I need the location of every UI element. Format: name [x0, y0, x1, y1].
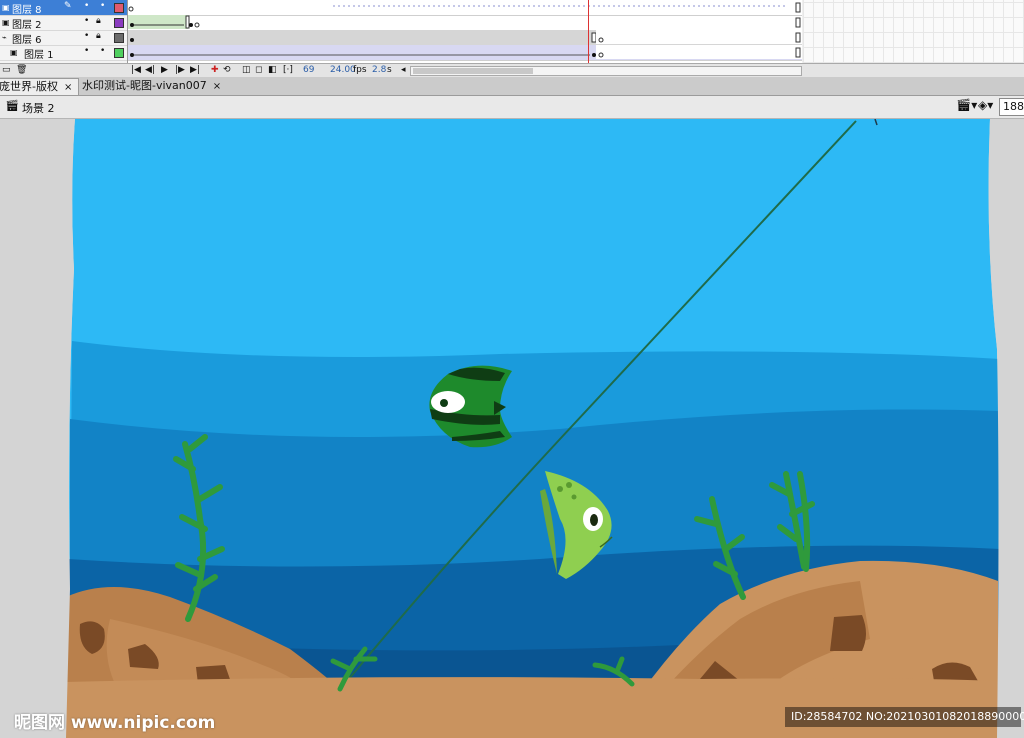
layer-color-swatch[interactable] [114, 18, 124, 28]
frame-row-8-cells [128, 2, 801, 13]
lock-icon[interactable]: 🔒︎ [96, 16, 101, 26]
tab-copyright[interactable]: 庞世界-版权 × [0, 78, 80, 95]
layer-row-6[interactable]: ⌁ 图层 6 • 🔒︎ [0, 30, 127, 46]
lock-dot[interactable]: • [100, 1, 105, 11]
frame-row-6-cells [130, 30, 802, 44]
onion-outline-icon[interactable]: ◻ [255, 65, 262, 75]
visibility-dot[interactable]: • [84, 16, 89, 26]
tab-watermark-test[interactable]: 水印测试-昵图-vivan007 × [76, 78, 227, 94]
layer-name: 图层 2 [12, 20, 42, 31]
rock-spot [830, 615, 866, 651]
layer-name: 图层 6 [12, 35, 42, 46]
center-frame-icon[interactable]: ✚ [211, 65, 219, 75]
layer-icon: ▣ [2, 3, 10, 12]
timeline-scroll-thumb[interactable] [413, 68, 533, 74]
layer-row-2[interactable]: ▣ 图层 2 • 🔒︎ [0, 15, 127, 31]
lock-dot[interactable]: • [100, 46, 105, 56]
frame-row-8[interactable] [128, 0, 802, 16]
layer-color-swatch[interactable] [114, 3, 124, 13]
elapsed-time: 2.8 [372, 65, 387, 75]
layer-row-1[interactable]: ▣ 图层 1 • • [0, 45, 127, 61]
pencil-icon: ✎ [64, 1, 72, 11]
tab-label: 庞世界-版权 [0, 80, 58, 93]
guided-layer-icon: ▣ [10, 48, 18, 57]
layer-name: 图层 8 [12, 5, 42, 16]
frame-row-2[interactable] [128, 15, 802, 31]
frame-grid-overflow [803, 0, 1024, 63]
frame-rate-unit: fps [353, 65, 367, 75]
first-frame-icon[interactable]: |◀ [131, 65, 141, 75]
layer-row-8[interactable]: ▣ 图层 8 ✎ • • [0, 0, 127, 16]
frame-row-2-cells [128, 15, 801, 29]
stage-artwork [0, 119, 1024, 738]
elapsed-time-unit: s [387, 65, 392, 75]
add-layer-icon[interactable]: ▭ [2, 65, 11, 75]
nipic-logo: 昵图网 www.nipic.com [14, 713, 216, 733]
layer-list: ▣ 图层 8 ✎ • • ▣ 图层 2 • 🔒︎ ⌁ 图层 6 • 🔒︎ ▣ 图… [0, 0, 128, 63]
edit-multiple-frames-icon[interactable]: ◧ [268, 65, 277, 75]
prev-frame-icon[interactable]: ◀| [145, 65, 155, 75]
delete-layer-icon[interactable]: 🗑︎ [16, 65, 27, 75]
layer-color-swatch[interactable] [114, 33, 124, 43]
loop-icon[interactable]: ⟲ [223, 65, 231, 75]
visibility-dot[interactable]: • [84, 46, 89, 56]
zoom-field[interactable]: 188 [999, 98, 1024, 116]
timeline-toolbar: ▭ 🗑︎ |◀ ◀| ▶ |▶ ▶| ✚ ⟲ ◫ ◻ ◧ [·] 69 24.0… [0, 63, 1024, 77]
visibility-dot[interactable]: • [84, 1, 89, 11]
pasteboard-left [0, 119, 75, 738]
layer-color-swatch[interactable] [114, 48, 124, 58]
clapper-icon: 🎬︎ [5, 99, 19, 112]
close-icon[interactable]: × [64, 82, 72, 93]
frame-grid[interactable] [128, 0, 802, 63]
edit-bar: 🎬︎ 场景 2 🎬︎▾ ◈▾ 188 [0, 96, 1024, 119]
onion-markers-icon[interactable]: [·] [283, 65, 293, 75]
current-frame: 69 [303, 65, 315, 75]
timeline-scrollbar[interactable] [410, 66, 802, 76]
frame-row-1-cells [130, 45, 802, 59]
lock-icon[interactable]: 🔒︎ [96, 31, 101, 41]
guide-layer-icon: ⌁ [2, 33, 7, 42]
close-icon[interactable]: × [213, 81, 221, 92]
timeline-panel: ▣ 图层 8 ✎ • • ▣ 图层 2 • 🔒︎ ⌁ 图层 6 • 🔒︎ ▣ 图… [0, 0, 1024, 77]
layer-icon: ▣ [2, 18, 10, 27]
scene-breadcrumb[interactable]: 场景 2 [22, 100, 55, 116]
next-frame-icon[interactable]: |▶ [175, 65, 185, 75]
last-frame-icon[interactable]: ▶| [190, 65, 200, 75]
stage-area[interactable] [0, 119, 1024, 738]
edit-symbols-icon[interactable]: ◈▾ [978, 98, 993, 112]
play-icon[interactable]: ▶ [161, 65, 168, 75]
frame-row-1[interactable] [128, 45, 802, 61]
document-tabs: 庞世界-版权 × 水印测试-昵图-vivan007 × [0, 77, 1024, 96]
frame-rate[interactable]: 24.00 [330, 65, 356, 75]
playhead[interactable] [588, 0, 589, 63]
layer-name: 图层 1 [24, 50, 54, 61]
scroll-left-icon[interactable]: ◂ [401, 65, 406, 75]
onion-skin-icon[interactable]: ◫ [242, 65, 251, 75]
tab-label: 水印测试-昵图-vivan007 [82, 79, 207, 92]
visibility-dot[interactable]: • [84, 31, 89, 41]
edit-scene-icon[interactable]: 🎬︎▾ [956, 98, 977, 112]
frame-row-6[interactable] [128, 30, 802, 46]
image-id-badge: ID:28584702 NO:20210301082018890000 [785, 707, 1024, 727]
